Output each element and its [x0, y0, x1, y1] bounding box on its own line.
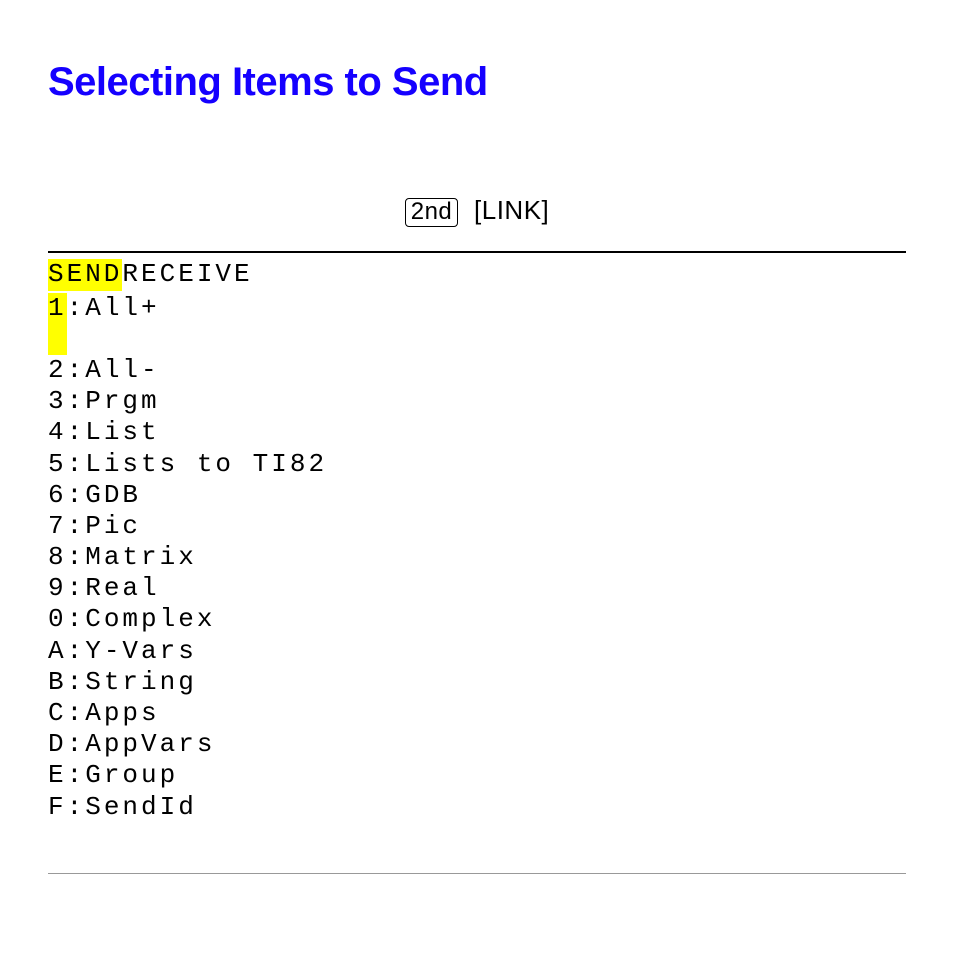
- menu-item-5[interactable]: 5:Lists to TI82: [48, 449, 906, 480]
- cursor: [48, 324, 67, 355]
- menu-item-3[interactable]: 3:Prgm: [48, 386, 906, 417]
- menu-item-label: Real: [85, 573, 159, 603]
- menu-item-B[interactable]: B:String: [48, 667, 906, 698]
- menu-item-key: 1: [48, 293, 67, 324]
- menu-item-label: Pic: [85, 511, 141, 541]
- menu-tabs: SEND RECEIVE: [48, 259, 906, 290]
- menu-item-colon: :: [67, 542, 86, 572]
- menu-item-key: B: [48, 667, 67, 698]
- menu-item-colon: :: [67, 792, 86, 822]
- calculator-screen: SEND RECEIVE 1:All+ 2:All-3:Prgm4:List5:…: [48, 251, 906, 822]
- menu-item-1[interactable]: 1:All+: [48, 293, 906, 324]
- menu-item-key: 6: [48, 480, 67, 511]
- menu-item-4[interactable]: 4:List: [48, 417, 906, 448]
- menu-item-colon: :: [67, 636, 86, 666]
- menu-item-0[interactable]: 0:Complex: [48, 604, 906, 635]
- menu-item-key: E: [48, 760, 67, 791]
- menu-item-label: All-: [85, 355, 159, 385]
- key-2nd: 2nd: [405, 198, 459, 227]
- menu-item-colon: :: [67, 355, 86, 385]
- menu-item-colon: :: [67, 760, 86, 790]
- menu-item-colon: :: [67, 386, 86, 416]
- menu-item-label: Group: [85, 760, 178, 790]
- menu-item-colon: :: [67, 698, 86, 728]
- menu-item-key: 7: [48, 511, 67, 542]
- menu-item-colon: :: [67, 511, 86, 541]
- menu-item-8[interactable]: 8:Matrix: [48, 542, 906, 573]
- menu-item-9[interactable]: 9:Real: [48, 573, 906, 604]
- menu-item-label: Matrix: [85, 542, 197, 572]
- menu-item-key: 5: [48, 449, 67, 480]
- tab-receive[interactable]: RECEIVE: [122, 259, 252, 290]
- menu-item-key: 2: [48, 355, 67, 386]
- menu-item-label: Y‑Vars: [85, 636, 197, 666]
- menu-item-colon: :: [67, 417, 86, 447]
- page-title: Selecting Items to Send: [48, 60, 906, 105]
- menu-item-colon: :: [67, 449, 86, 479]
- menu-item-A[interactable]: A:Y‑Vars: [48, 636, 906, 667]
- menu-item-key: 0: [48, 604, 67, 635]
- menu-item-label: Complex: [85, 604, 215, 634]
- menu-item-label: Apps: [85, 698, 159, 728]
- menu-item-7[interactable]: 7:Pic: [48, 511, 906, 542]
- menu-item-label: Prgm: [85, 386, 159, 416]
- menu-item-key: C: [48, 698, 67, 729]
- menu-item-F[interactable]: F:SendId: [48, 792, 906, 823]
- menu-item-key: D: [48, 729, 67, 760]
- menu-item-key: 8: [48, 542, 67, 573]
- key-link: [LINK]: [474, 195, 549, 226]
- menu-item-key: F: [48, 792, 67, 823]
- menu-item-label: String: [85, 667, 197, 697]
- menu-item-label: SendId: [85, 792, 197, 822]
- menu-item-key: A: [48, 636, 67, 667]
- menu-item-key: 9: [48, 573, 67, 604]
- key-sequence: 2nd [LINK]: [48, 195, 906, 227]
- menu-item-label: GDB: [85, 480, 141, 510]
- menu-item-D[interactable]: D:AppVars: [48, 729, 906, 760]
- menu-item-6[interactable]: 6:GDB: [48, 480, 906, 511]
- footer-rule: [48, 873, 906, 874]
- cursor-line: [48, 324, 906, 355]
- menu-item-colon: :: [67, 573, 86, 603]
- menu-item-colon: :: [67, 729, 86, 759]
- menu-item-colon: :: [67, 667, 86, 697]
- tab-send[interactable]: SEND: [48, 259, 122, 290]
- menu-item-label: AppVars: [85, 729, 215, 759]
- menu-item-colon: :: [67, 293, 86, 323]
- menu-item-key: 4: [48, 417, 67, 448]
- menu-item-colon: :: [67, 604, 86, 634]
- send-menu: 1:All+ 2:All-3:Prgm4:List5:Lists to TI82…: [48, 293, 906, 823]
- menu-item-label: Lists to TI82: [85, 449, 327, 479]
- menu-item-C[interactable]: C:Apps: [48, 698, 906, 729]
- menu-item-E[interactable]: E:Group: [48, 760, 906, 791]
- menu-item-colon: :: [67, 480, 86, 510]
- menu-item-label: List: [85, 417, 159, 447]
- menu-item-key: 3: [48, 386, 67, 417]
- menu-item-label: All+: [85, 293, 159, 323]
- menu-item-2[interactable]: 2:All-: [48, 355, 906, 386]
